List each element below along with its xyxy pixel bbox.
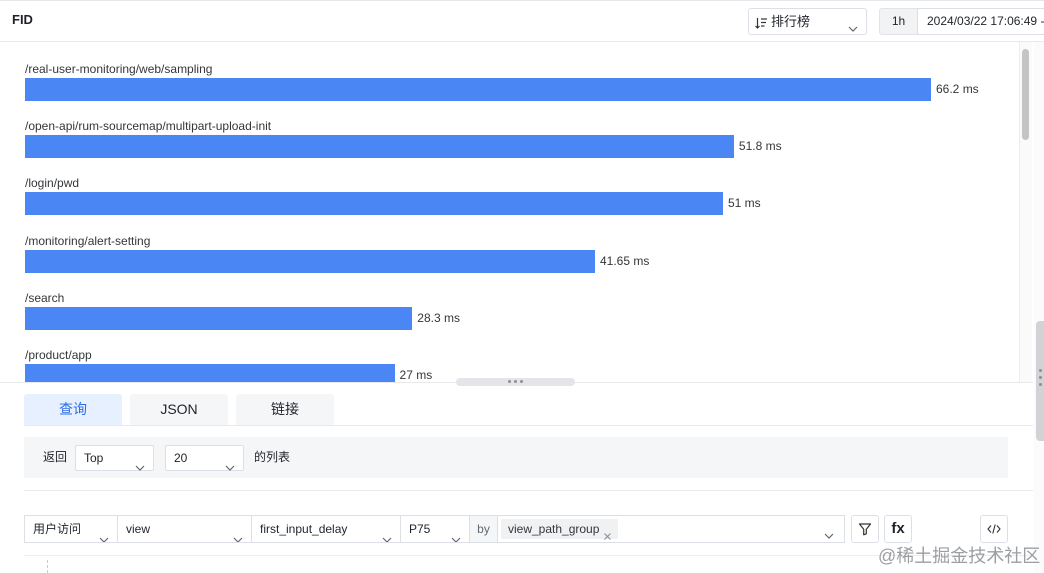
data-source-select[interactable]: 用户访问 (24, 515, 118, 543)
time-range-button[interactable]: 1h (879, 8, 918, 35)
group-by-select[interactable]: view_path_group (497, 515, 845, 543)
tab-json[interactable]: JSON (130, 394, 228, 425)
bar-value-label: 51 ms (727, 196, 761, 211)
group-by-tag-label: view_path_group (508, 522, 600, 536)
bar-category-label: /monitoring/alert-setting (25, 233, 151, 248)
side-panel-resize-handle[interactable] (1036, 321, 1044, 441)
chevron-down-icon (135, 455, 145, 471)
function-button[interactable]: fx (884, 515, 912, 543)
data-source-value: 用户访问 (33, 522, 82, 536)
function-label: fx (891, 520, 905, 537)
view-type-label: 排行榜 (771, 14, 811, 29)
connector-line (47, 560, 48, 573)
chart-scrollbar-thumb[interactable] (1022, 49, 1029, 140)
split-resize-handle[interactable] (456, 378, 575, 386)
watermark: @稀土掘金技术社区 (878, 546, 1041, 566)
chevron-down-icon (824, 526, 834, 539)
bar[interactable] (25, 306, 413, 330)
chart-title: FID (12, 12, 33, 27)
bar[interactable] (25, 192, 723, 216)
count-select-value: 20 (174, 451, 188, 465)
chevron-down-icon (451, 526, 461, 542)
chevron-down-icon (848, 19, 858, 32)
dashboard-chart-editor: FID 排行榜 1h 2024/03/22 17:06:49 - /real-u… (0, 0, 1044, 573)
bar-value-label: 66.2 ms (936, 82, 979, 96)
page-scrollbar[interactable] (1034, 42, 1044, 573)
chevron-down-icon (382, 526, 392, 542)
bar-value-label: 27 ms (399, 368, 433, 382)
sort-icon (755, 16, 767, 29)
order-select-value: Top (84, 451, 104, 465)
tab-query[interactable]: 查询 (24, 394, 122, 425)
count-select[interactable]: 20 (165, 445, 244, 471)
grip-dot (1039, 376, 1042, 379)
grip-dot (1039, 369, 1042, 372)
chevron-down-icon (225, 455, 235, 471)
group-by-tag: view_path_group (501, 519, 618, 540)
grip-dot (1039, 383, 1042, 386)
filter-button[interactable] (851, 515, 879, 543)
code-button[interactable] (980, 515, 1008, 543)
datetime-range-picker[interactable]: 2024/03/22 17:06:49 - (917, 8, 1044, 35)
bar-value-label: 28.3 ms (417, 310, 460, 325)
aggregation-select[interactable]: P75 (400, 515, 470, 543)
card-header: FID 排行榜 1h 2024/03/22 17:06:49 - (0, 0, 1044, 42)
grip-dot (520, 380, 523, 383)
close-icon[interactable] (604, 526, 611, 540)
tab-link[interactable]: 链接 (236, 394, 334, 425)
bar-category-label: /product/app (25, 348, 92, 362)
chevron-down-icon (99, 526, 109, 542)
section-divider (24, 490, 1033, 491)
metric-select[interactable]: first_input_delay (251, 515, 401, 543)
datetime-text: 2024/03/22 17:06:49 - (927, 14, 1044, 28)
list-prefix-label: 返回 (43, 450, 68, 464)
view-type-select[interactable]: 排行榜 (748, 8, 867, 35)
bar-category-label: /open-api/rum-sourcemap/multipart-upload… (25, 119, 272, 134)
object-select[interactable]: view (117, 515, 252, 543)
bar[interactable] (25, 135, 734, 159)
order-select[interactable]: Top (75, 445, 154, 471)
bar-category-label: /real-user-monitoring/web/sampling (25, 62, 213, 76)
bar-chart: /real-user-monitoring/web/sampling 66.2 m… (0, 42, 1019, 382)
tabs-underline (24, 425, 1033, 426)
metric-value: first_input_delay (260, 522, 348, 536)
grip-dot (514, 380, 517, 383)
bar-value-label: 41.65 ms (600, 253, 650, 268)
bar-category-label: /login/pwd (25, 176, 80, 191)
aggregation-value: P75 (409, 522, 431, 536)
grip-dot (508, 380, 511, 383)
bar[interactable] (25, 78, 931, 101)
bar-category-label: /search (25, 290, 65, 305)
bar[interactable] (25, 249, 595, 273)
bar-value-label: 51.8 ms (738, 139, 782, 154)
chevron-down-icon (233, 526, 243, 542)
group-by-label: by (469, 515, 498, 543)
bar[interactable] (25, 364, 395, 382)
object-value: view (126, 522, 151, 536)
list-suffix-label: 的列表 (254, 450, 291, 464)
list-options-panel: 返回 Top 20 的列表 (24, 437, 1008, 478)
